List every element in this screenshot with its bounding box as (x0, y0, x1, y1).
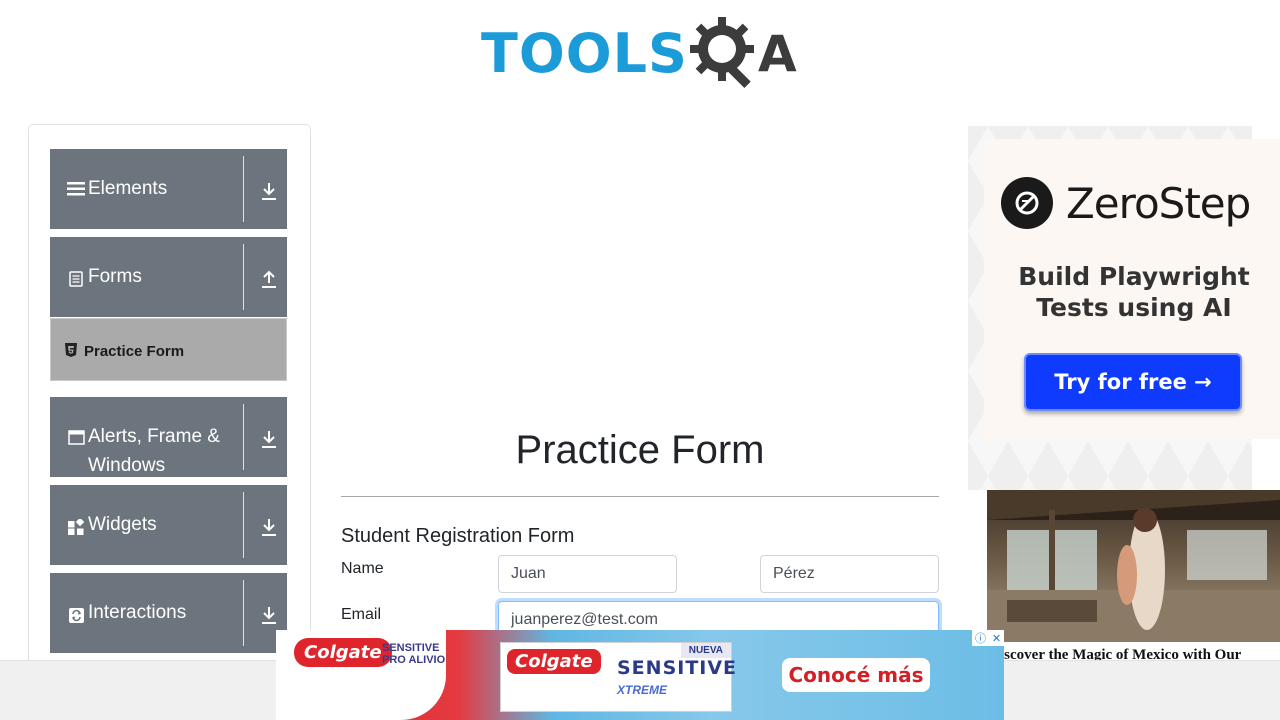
colgate-new-badge: NUEVA (680, 643, 731, 658)
sidebar-group-widgets[interactable]: Widgets (50, 485, 287, 565)
window-icon (67, 428, 85, 446)
ad-mexico-photo (987, 490, 1280, 642)
ad-colgate-banner[interactable]: Colgate SENSITIVE PRO ALIVIO Colgate NUE… (276, 630, 1004, 720)
colgate-box-xtreme: XTREME (617, 683, 668, 697)
conoce-mas-button[interactable]: Conocé más (782, 658, 930, 692)
first-name-input[interactable] (498, 555, 677, 593)
sidebar-group-label-line2: Windows (88, 455, 166, 476)
sidebar-group-label: Interactions (88, 602, 187, 623)
toolsqa-logo[interactable]: TOOLS A (481, 14, 811, 94)
colgate-logo: Colgate (294, 638, 392, 667)
colgate-product-box: Colgate NUEVA SENSITIVE XTREME (500, 642, 736, 712)
sidebar-item-label: Practice Form (84, 343, 185, 360)
ad-mexico-image[interactable] (987, 490, 1280, 642)
try-for-free-button[interactable]: Try for free → (1024, 353, 1242, 411)
zerostep-brand: ZeroStep (1066, 179, 1251, 228)
page-title: Practice Form (515, 428, 765, 472)
download-arrow-icon (262, 183, 276, 200)
sidebar-item-practice-form[interactable]: Practice Form (50, 318, 287, 381)
zerostep-tagline-line2: Tests using AI (1036, 293, 1232, 322)
divider (341, 496, 939, 497)
sidebar-group-label: Forms (88, 266, 142, 287)
upload-arrow-icon (262, 270, 276, 288)
email-label: Email (341, 606, 382, 623)
colgate-sensitive-label: SENSITIVE PRO ALIVIO (382, 642, 445, 666)
colgate-box-logo: Colgate (507, 649, 601, 674)
colgate-pro-alivio-text: PRO ALIVIO (382, 654, 446, 666)
logo-suffix: A (757, 25, 797, 83)
sync-icon (67, 606, 85, 624)
sidebar-group-label: Alerts, Frame & (88, 426, 220, 447)
ad-close-icon[interactable]: ✕ (992, 632, 1001, 645)
sidebar-group-forms[interactable]: Forms (50, 237, 287, 317)
form-heading: Student Registration Form (341, 525, 575, 547)
name-label: Name (341, 560, 384, 577)
colgate-left-panel: Colgate SENSITIVE PRO ALIVIO (276, 630, 446, 720)
download-arrow-icon (262, 519, 276, 536)
sidebar-group-elements[interactable]: Elements (50, 149, 287, 229)
gear-magnifier-icon (689, 17, 754, 89)
zerostep-tagline-line1: Build Playwright (1018, 262, 1250, 291)
zerostep-logo-icon (1001, 177, 1053, 229)
sidebar-group-label: Widgets (88, 514, 157, 535)
document-icon (67, 270, 85, 288)
colgate-box-sensitive: SENSITIVE (617, 657, 738, 679)
ad-zerostep[interactable]: ZeroStep Build Playwright Tests using AI… (984, 139, 1280, 439)
sidebar-group-alerts-frame-windows[interactable]: Alerts, Frame & Windows (50, 397, 287, 477)
group-separator (243, 244, 244, 310)
html5-icon (65, 343, 77, 357)
download-arrow-icon (262, 431, 276, 448)
ad-info-icon[interactable]: ⓘ (975, 630, 986, 646)
colgate-sensitive-text: SENSITIVE (382, 642, 440, 654)
last-name-input[interactable] (760, 555, 939, 593)
zerostep-tagline: Build Playwright Tests using AI (984, 261, 1280, 323)
group-separator (243, 156, 244, 222)
group-separator (243, 580, 244, 646)
sidebar-group-interactions[interactable]: Interactions (50, 573, 287, 653)
sidebar: Elements Forms Practice Form Alerts, Fra… (28, 124, 311, 684)
list-icon (67, 180, 85, 198)
page: TOOLS A Elements Forms Practice Form Ale… (0, 0, 1280, 720)
ad-choices: ⓘ ✕ (972, 630, 1004, 646)
logo-text: TOOLS (481, 22, 688, 85)
sidebar-group-label: Elements (88, 178, 168, 199)
download-arrow-icon (262, 607, 276, 624)
widgets-icon (67, 518, 85, 536)
group-separator (243, 404, 244, 470)
group-separator (243, 492, 244, 558)
